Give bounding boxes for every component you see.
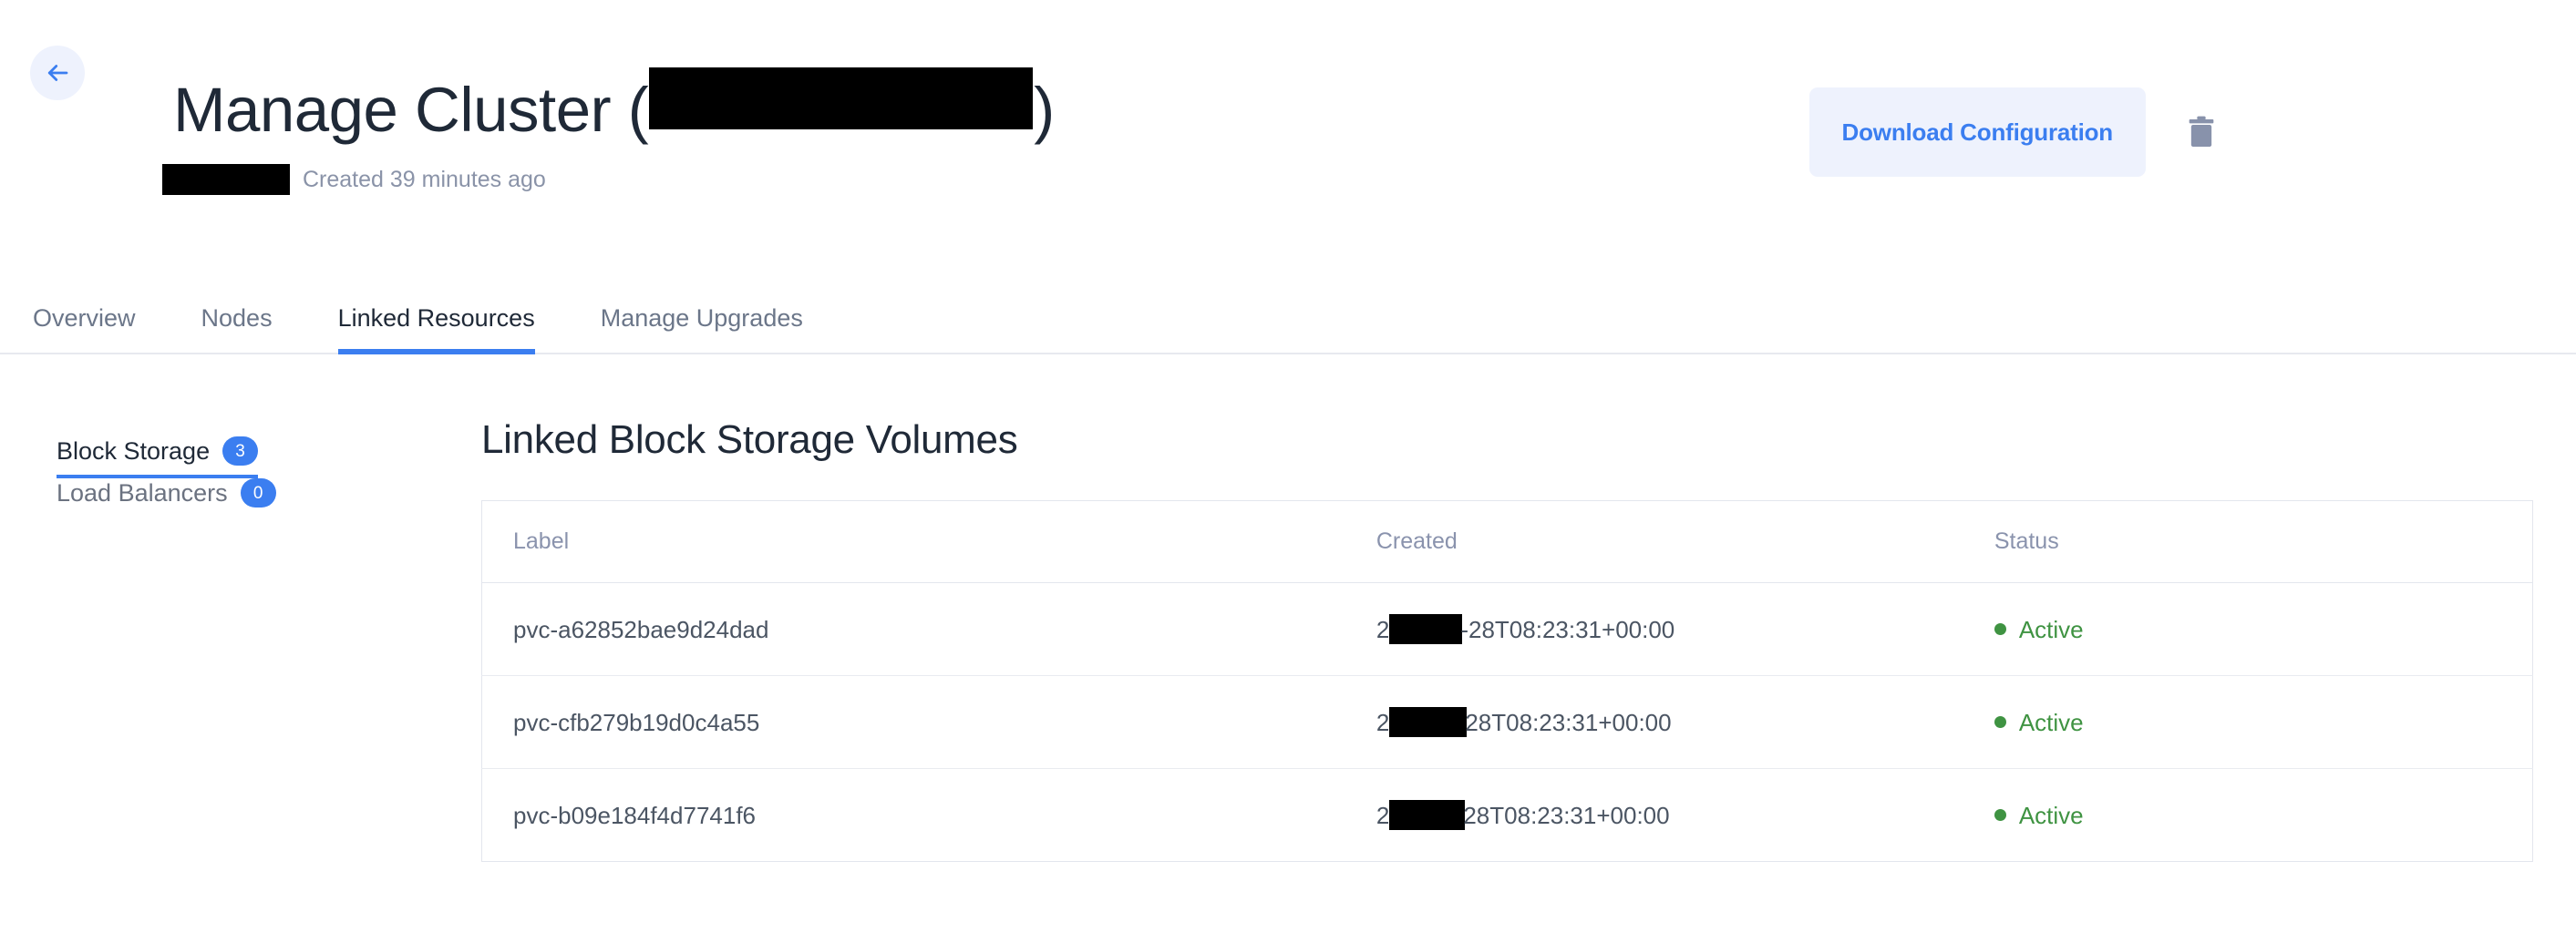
trash-icon (2186, 114, 2217, 150)
page-header: Manage Cluster () Created 39 minutes ago… (0, 0, 2576, 273)
tab-manage-upgrades[interactable]: Manage Upgrades (568, 306, 836, 354)
table-row[interactable]: pvc-a62852bae9d24dad 2 -28T08:23:31+00:0… (481, 582, 2533, 676)
volume-created: 2 28T08:23:31+00:00 (1345, 769, 1963, 862)
volume-label: pvc-b09e184f4d7741f6 (513, 801, 757, 829)
linked-resources-side-nav: Block Storage 3 Load Balancers 0 (0, 354, 481, 933)
redacted-cluster-name (649, 67, 1034, 130)
volume-label: pvc-cfb279b19d0c4a55 (481, 675, 1345, 769)
volume-created: 2 -28T08:23:31+00:00 (1345, 582, 1963, 676)
block-storage-count-badge: 3 (222, 436, 259, 466)
created-suffix: 28T08:23:31+00:00 (1465, 708, 1672, 736)
column-header-status: Status (1963, 500, 2533, 583)
status-badge: Active (2018, 708, 2084, 736)
status-dot-icon (1994, 623, 2006, 635)
created-suffix: 28T08:23:31+00:00 (1463, 801, 1670, 829)
tab-linked-resources[interactable]: Linked Resources (305, 306, 568, 354)
sidebar-item-label: Block Storage (57, 436, 211, 465)
volume-status: Active (1963, 769, 2533, 862)
linked-block-storage-table: Label Created Status pvc-a62852bae9d24da… (481, 500, 2533, 862)
status-badge: Active (2018, 615, 2084, 643)
sidebar-item-label: Load Balancers (57, 478, 228, 507)
status-dot-icon (1994, 809, 2006, 821)
arrow-left-icon (44, 59, 71, 87)
redacted-date (1389, 707, 1468, 737)
status-dot-icon (1994, 716, 2006, 728)
volume-label: pvc-a62852bae9d24dad (481, 582, 1345, 676)
sidebar-item-load-balancers[interactable]: Load Balancers 0 (57, 478, 276, 520)
sidebar-item-block-storage[interactable]: Block Storage 3 (57, 436, 259, 478)
content-area: Block Storage 3 Load Balancers 0 Linked … (0, 354, 2576, 933)
load-balancers-count-badge: 0 (240, 478, 276, 508)
download-configuration-button[interactable]: Download Configuration (1808, 87, 2146, 177)
status-badge: Active (2018, 801, 2084, 829)
table-header-row: Label Created Status (481, 500, 2533, 583)
volume-created: 2 28T08:23:31+00:00 (1345, 675, 1963, 769)
panel-title: Linked Block Storage Volumes (481, 417, 1018, 462)
page-title-prefix: Manage Cluster ( (173, 75, 649, 146)
redacted-region (162, 164, 290, 195)
table-row[interactable]: pvc-cfb279b19d0c4a55 2 28T08:23:31+00:00… (481, 675, 2533, 769)
created-prefix: 2 (1376, 708, 1390, 736)
created-timestamp: Created 39 minutes ago (303, 166, 546, 192)
tab-nodes[interactable]: Nodes (169, 306, 305, 354)
tab-overview[interactable]: Overview (33, 306, 169, 354)
column-header-created: Created (1345, 500, 1963, 583)
subtitle-row: Created 39 minutes ago (162, 164, 546, 195)
back-button[interactable] (30, 46, 85, 100)
table-row[interactable]: pvc-b09e184f4d7741f6 2 28T08:23:31+00:00… (482, 769, 2533, 862)
title-block: Manage Cluster () (173, 27, 1055, 183)
redacted-date (1389, 800, 1466, 830)
volume-status: Active (1963, 675, 2533, 769)
table-body: pvc-a62852bae9d24dad 2 -28T08:23:31+00:0… (481, 582, 2533, 862)
volume-status: Active (1963, 582, 2533, 676)
page-title: Manage Cluster () (173, 67, 1055, 146)
main-panel: Linked Block Storage Volumes Label Creat… (481, 354, 2576, 933)
tab-list: Overview Nodes Linked Resources Manage U… (33, 273, 836, 354)
delete-cluster-button[interactable] (2179, 87, 2223, 177)
created-prefix: 2 (1376, 615, 1390, 643)
header-actions: Download Configuration (1808, 87, 2223, 177)
redacted-date (1389, 614, 1463, 644)
tabs-bar: Overview Nodes Linked Resources Manage U… (0, 273, 2576, 354)
table-head: Label Created Status (481, 500, 2533, 583)
page-title-suffix: ) (1034, 75, 1055, 146)
created-suffix: -28T08:23:31+00:00 (1460, 615, 1675, 643)
column-header-label: Label (481, 500, 1345, 583)
created-prefix: 2 (1376, 801, 1390, 829)
